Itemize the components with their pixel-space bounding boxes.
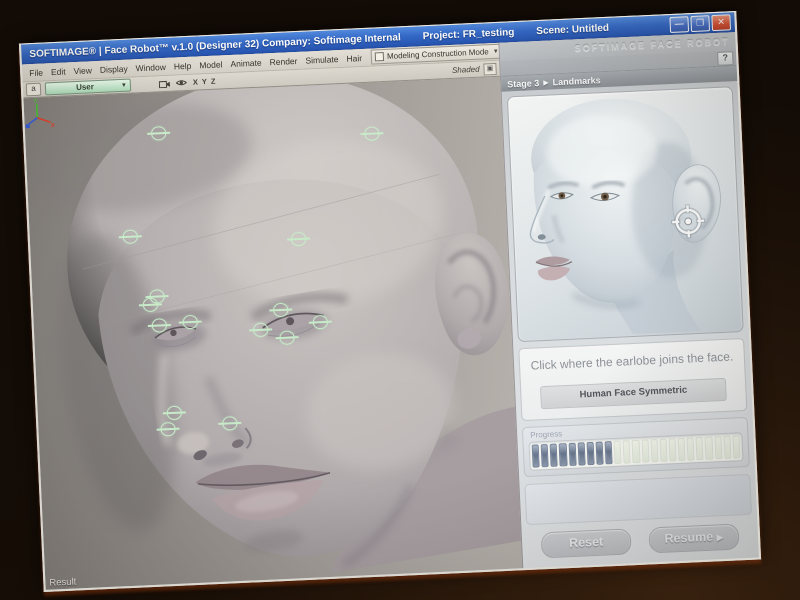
landmark-marker[interactable] xyxy=(273,303,289,318)
progress-box: Progress xyxy=(522,417,750,477)
project-label: Project: FR_testing xyxy=(422,27,514,42)
camera-icon[interactable] xyxy=(159,79,170,88)
menu-file[interactable]: File xyxy=(25,67,47,78)
eye-icon[interactable] xyxy=(176,78,187,87)
progress-segment xyxy=(687,438,695,461)
face-robot-panel: SOFTIMAGE FACE ROBOT ? Stage 3 ▶ Landmar… xyxy=(498,32,759,568)
progress-segment xyxy=(605,441,613,464)
progress-segment xyxy=(568,443,576,466)
construction-mode-label: Modeling Construction Mode xyxy=(387,47,489,61)
landmark-marker[interactable] xyxy=(279,330,295,345)
landmark-marker[interactable] xyxy=(364,126,380,141)
stage-name: Landmarks xyxy=(552,75,600,87)
chevron-down-icon: ▼ xyxy=(121,82,127,88)
menu-simulate[interactable]: Simulate xyxy=(301,53,342,65)
progress-segment xyxy=(696,437,704,460)
landmark-marker[interactable] xyxy=(160,422,176,437)
menu-window[interactable]: Window xyxy=(131,61,170,73)
progress-segment xyxy=(577,443,585,466)
construction-mode-icon xyxy=(375,52,384,61)
landmark-marker[interactable] xyxy=(167,406,183,421)
landmark-marker[interactable] xyxy=(182,315,198,330)
landmark-marker[interactable] xyxy=(313,315,329,330)
landmark-marker[interactable] xyxy=(222,416,238,431)
progress-segment xyxy=(586,442,594,465)
menu-render[interactable]: Render xyxy=(265,55,301,67)
progress-segment xyxy=(659,439,667,462)
resume-button[interactable]: Resume ▶ xyxy=(649,523,740,553)
display-mode-dropdown[interactable]: Shaded xyxy=(452,65,480,75)
menu-animate[interactable]: Animate xyxy=(226,57,266,69)
menu-view[interactable]: View xyxy=(69,65,96,76)
progress-segment xyxy=(532,445,540,468)
progress-segment xyxy=(641,440,649,463)
progress-segment xyxy=(668,439,676,462)
preset-button[interactable]: Human Face Symmetric xyxy=(541,378,727,409)
stage-arrow-icon: ▶ xyxy=(543,78,549,86)
instruction-text: Click where the earlobe joins the face. xyxy=(528,348,737,375)
menu-hair[interactable]: Hair xyxy=(342,52,366,63)
camera-selector-dropdown[interactable]: User ▼ xyxy=(45,79,132,96)
restore-button[interactable]: ❐ xyxy=(690,15,710,32)
axis-y-button[interactable]: Y xyxy=(202,77,207,86)
landmark-marker[interactable] xyxy=(253,323,269,338)
menu-model[interactable]: Model xyxy=(195,59,227,70)
reset-button[interactable]: Reset xyxy=(541,528,632,558)
status-label: Result xyxy=(49,577,76,589)
viewport-3d[interactable]: Y X Result xyxy=(23,77,522,590)
progress-segment xyxy=(705,437,713,460)
progress-segment xyxy=(678,438,686,461)
progress-segment xyxy=(732,436,740,459)
resume-arrow-icon: ▶ xyxy=(716,532,723,542)
instruction-box: Click where the earlobe joins the face. … xyxy=(518,338,747,422)
landmark-marker[interactable] xyxy=(291,232,307,247)
close-button[interactable]: ✕ xyxy=(711,14,731,31)
progress-segment xyxy=(559,444,567,467)
progress-segment xyxy=(632,440,640,463)
reference-head-render xyxy=(508,87,744,339)
viewport-maximize-icon[interactable]: ▣ xyxy=(483,62,497,75)
progress-segment xyxy=(550,444,558,467)
axis-x-button[interactable]: X xyxy=(193,77,198,86)
landmark-marker[interactable] xyxy=(151,126,167,141)
reference-head-image[interactable] xyxy=(507,86,744,342)
menu-display[interactable]: Display xyxy=(96,63,132,75)
landmark-marker[interactable] xyxy=(152,318,168,333)
menu-help[interactable]: Help xyxy=(170,60,196,71)
minimize-button[interactable]: — xyxy=(669,16,689,33)
projected-application-window: SOFTIMAGE® | Face Robot™ v.1.0 (Designer… xyxy=(19,11,761,592)
landmark-marker[interactable] xyxy=(143,298,159,313)
progress-segment xyxy=(595,442,603,465)
progress-segment xyxy=(614,441,622,464)
viewport-letter-button[interactable]: a xyxy=(26,83,42,97)
progress-segment xyxy=(723,436,731,459)
landmark-marker[interactable] xyxy=(122,229,138,244)
progress-segment xyxy=(623,441,631,464)
stage-label: Stage 3 xyxy=(507,78,539,89)
scene-label: Scene: Untitled xyxy=(536,22,609,36)
help-button[interactable]: ? xyxy=(717,51,734,66)
svg-text:Y: Y xyxy=(33,99,37,105)
camera-selector-label: User xyxy=(49,81,121,93)
progress-segment xyxy=(541,444,549,467)
axis-z-button[interactable]: Z xyxy=(211,77,216,86)
progress-segment xyxy=(714,437,722,460)
panel-empty-area xyxy=(524,474,752,525)
menu-edit[interactable]: Edit xyxy=(47,66,70,77)
progress-segment xyxy=(650,439,658,462)
landmark-layer xyxy=(23,77,522,590)
axis-gizmo-icon: Y X xyxy=(23,97,54,128)
